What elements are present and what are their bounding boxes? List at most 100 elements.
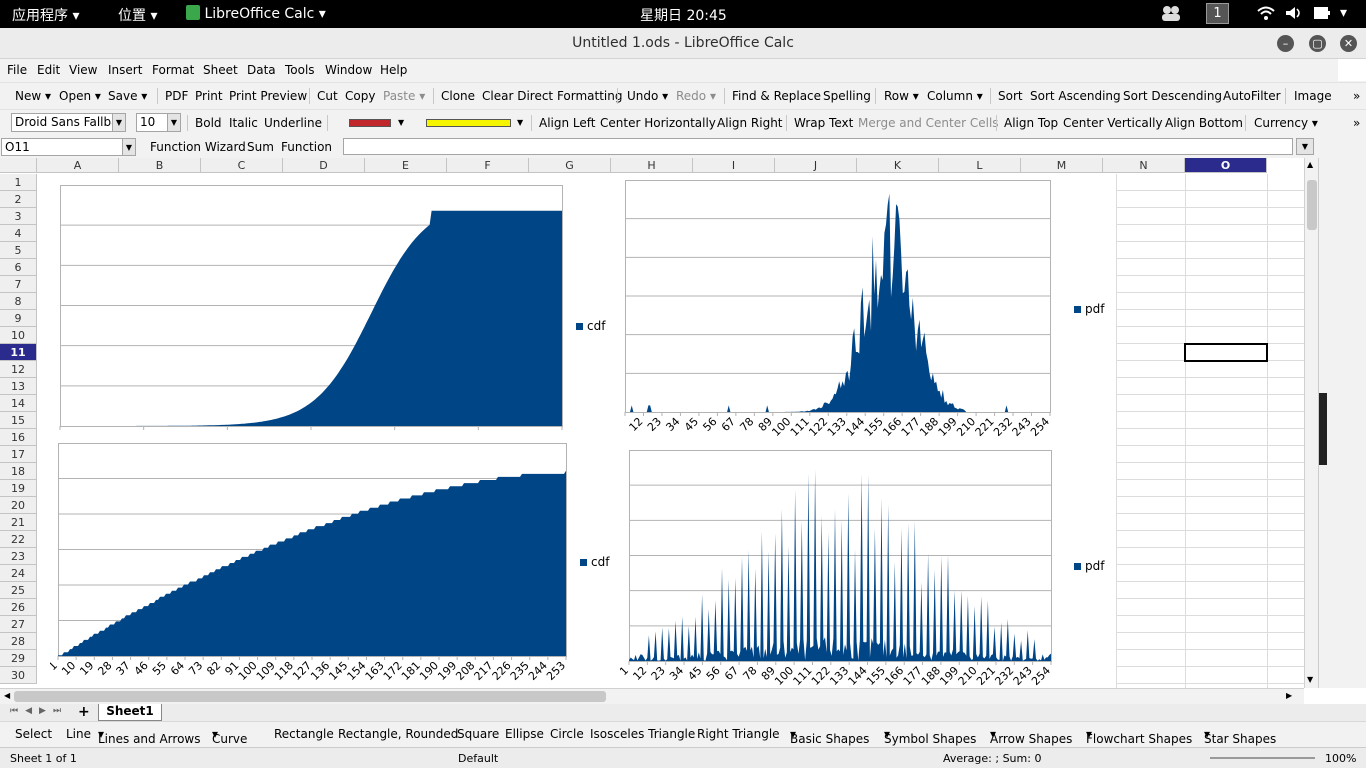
row-header-23[interactable]: 23 [0, 548, 37, 565]
menu-format[interactable]: Format [152, 63, 194, 77]
workspace-indicator[interactable]: 1 [1206, 3, 1229, 24]
name-box[interactable]: O11 ▼ [1, 138, 136, 156]
column-header-j[interactable]: J [775, 158, 857, 173]
chart-2[interactable]: 1 12 23 34 45 56 67 78 8910011112213314415516617… [624, 179, 1114, 443]
volume-icon[interactable] [1284, 5, 1304, 25]
column-header-k[interactable]: K [857, 158, 939, 173]
row-header-22[interactable]: 22 [0, 531, 37, 548]
row-header-9[interactable]: 9 [0, 310, 37, 327]
row-header-17[interactable]: 17 [0, 446, 37, 463]
menu-window[interactable]: Window [325, 63, 372, 77]
scroll-left-icon[interactable]: ◀ [4, 691, 10, 700]
row-header-26[interactable]: 26 [0, 599, 37, 616]
row-header-14[interactable]: 14 [0, 395, 37, 412]
row-header-19[interactable]: 19 [0, 480, 37, 497]
star-shapes-menu[interactable]: Star Shapes ▾ [1204, 727, 1276, 746]
square-tool[interactable]: Square [457, 727, 499, 741]
system-menu[interactable]: ▾ [1340, 5, 1347, 21]
formula-input[interactable] [343, 138, 1293, 155]
places-menu[interactable]: 位置 ▾ [118, 5, 157, 25]
isosceles-triangle-tool[interactable]: Isosceles Triangle [590, 727, 695, 741]
row-header-7[interactable]: 7 [0, 276, 37, 293]
spelling-button[interactable]: Spelling [823, 89, 871, 103]
row-menu-button[interactable]: Row ▾ [884, 89, 919, 103]
bold-button[interactable]: Bold [195, 116, 222, 130]
zoom-slider[interactable] [1210, 757, 1315, 759]
menu-view[interactable]: View [69, 63, 97, 77]
menubar-search-box[interactable] [1338, 59, 1366, 81]
find-replace-button[interactable]: Find & Replace [732, 89, 821, 103]
arrow-shapes-menu[interactable]: Arrow Shapes ▾ [990, 727, 1072, 746]
menu-tools[interactable]: Tools [285, 63, 315, 77]
insert-image-button[interactable]: Image [1294, 89, 1332, 103]
scrollbar-thumb[interactable] [14, 691, 606, 702]
font-size-combo[interactable]: 10 ▼ [136, 113, 181, 132]
vertical-scrollbar[interactable]: ▲ ▼ [1304, 158, 1318, 688]
column-header-m[interactable]: M [1021, 158, 1103, 173]
function-wizard-button[interactable]: Function Wizard [150, 140, 246, 154]
page-style[interactable]: Default [458, 752, 498, 765]
align-top-button[interactable]: Align Top [1004, 116, 1058, 130]
select-all-corner[interactable] [0, 158, 37, 173]
expand-formula-bar-icon[interactable]: ▼ [1296, 138, 1314, 155]
highlight-color-dropdown[interactable]: ▼ [517, 118, 523, 127]
print-preview-button[interactable]: Print Preview [229, 89, 307, 103]
spreadsheet-grid[interactable]: A B C D E F G H I J K L M N O 1 2 3 4 5 6 7 8 9 10 11 12 13 14 15 16 17… [0, 158, 1304, 688]
zoom-level[interactable]: 100% [1325, 752, 1356, 765]
chart-1[interactable]: cdf [58, 184, 616, 440]
center-horizontally-button[interactable]: Center Horizontally [600, 116, 716, 130]
menu-sheet[interactable]: Sheet [203, 63, 238, 77]
selection-summary[interactable]: Average: ; Sum: 0 [943, 752, 1041, 765]
row-header-4[interactable]: 4 [0, 225, 37, 242]
column-header-o[interactable]: O [1185, 158, 1267, 173]
column-header-a[interactable]: A [37, 158, 119, 173]
add-sheet-icon[interactable]: + [78, 704, 90, 720]
font-color-dropdown[interactable]: ▼ [398, 118, 404, 127]
ellipse-tool[interactable]: Ellipse [505, 727, 544, 741]
row-header-5[interactable]: 5 [0, 242, 37, 259]
applications-menu[interactable]: 应用程序 ▾ [12, 5, 79, 25]
active-cell-cursor[interactable] [1184, 343, 1268, 362]
column-header-n[interactable]: N [1103, 158, 1185, 173]
menu-insert[interactable]: Insert [108, 63, 142, 77]
sort-button[interactable]: Sort [998, 89, 1023, 103]
column-header-b[interactable]: B [119, 158, 201, 173]
basic-shapes-menu[interactable]: Basic Shapes ▾ [790, 727, 869, 746]
sort-ascending-button[interactable]: Sort Ascending [1030, 89, 1121, 103]
scroll-down-icon[interactable]: ▼ [1307, 675, 1313, 684]
save-button[interactable]: Save ▾ [108, 89, 147, 103]
minimize-button[interactable]: – [1277, 35, 1294, 52]
row-header-18[interactable]: 18 [0, 463, 37, 480]
row-header-6[interactable]: 6 [0, 259, 37, 276]
flowchart-shapes-menu[interactable]: Flowchart Shapes ▾ [1086, 727, 1192, 746]
row-header-12[interactable]: 12 [0, 361, 37, 378]
italic-button[interactable]: Italic [229, 116, 258, 130]
active-app-menu[interactable]: LibreOffice Calc ▾ [186, 5, 326, 22]
column-header-h[interactable]: H [611, 158, 693, 173]
column-header-c[interactable]: C [201, 158, 283, 173]
menu-edit[interactable]: Edit [37, 63, 60, 77]
column-header-i[interactable]: I [693, 158, 775, 173]
row-header-27[interactable]: 27 [0, 616, 37, 633]
chart-3[interactable]: 1 10 19 28 37 46 55 64 73 82 911001091181271361451… [50, 441, 616, 686]
row-header-16[interactable]: 16 [0, 429, 37, 446]
row-header-28[interactable]: 28 [0, 633, 37, 650]
row-header-2[interactable]: 2 [0, 191, 37, 208]
circle-tool[interactable]: Circle [550, 727, 584, 741]
select-tool[interactable]: Select [15, 727, 52, 741]
menu-data[interactable]: Data [247, 63, 276, 77]
wifi-icon[interactable] [1256, 5, 1276, 25]
scroll-right-icon[interactable]: ▶ [1286, 691, 1292, 700]
autofilter-button[interactable]: AutoFilter [1223, 89, 1281, 103]
column-header-d[interactable]: D [283, 158, 365, 173]
sum-button[interactable]: Sum [247, 140, 274, 154]
font-name-combo[interactable]: Droid Sans Fallba ▼ [11, 113, 126, 132]
close-button[interactable]: ✕ [1340, 35, 1357, 52]
column-menu-button[interactable]: Column ▾ [927, 89, 983, 103]
align-bottom-button[interactable]: Align Bottom [1165, 116, 1243, 130]
scroll-up-icon[interactable]: ▲ [1307, 160, 1313, 169]
export-pdf-button[interactable]: PDF [165, 89, 188, 103]
sort-descending-button[interactable]: Sort Descending [1123, 89, 1222, 103]
cut-button[interactable]: Cut [317, 89, 338, 103]
symbol-shapes-menu[interactable]: Symbol Shapes ▾ [884, 727, 976, 746]
